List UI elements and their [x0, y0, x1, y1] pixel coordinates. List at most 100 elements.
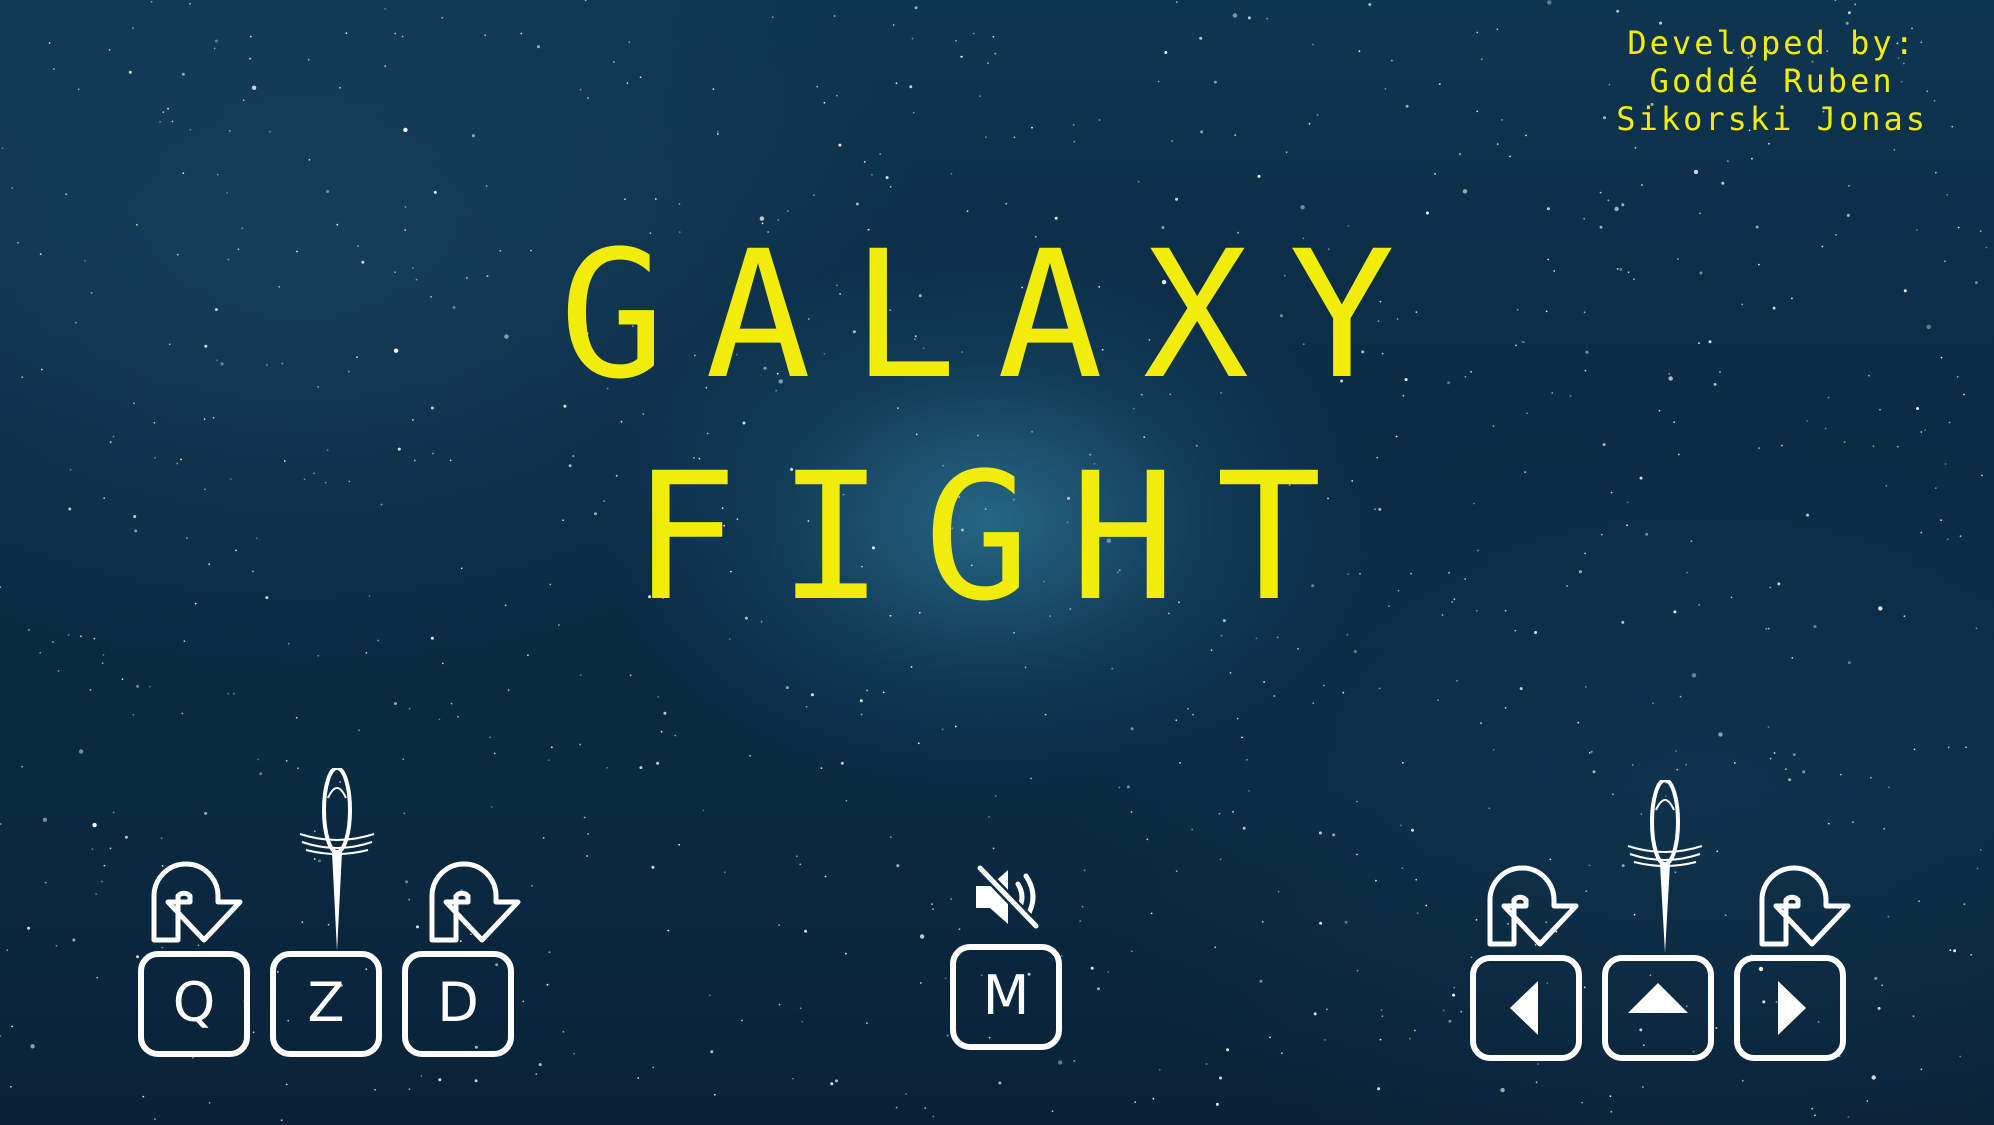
- star: [1358, 50, 1361, 53]
- mute-key-m[interactable]: M: [950, 944, 1062, 1050]
- star: [895, 1106, 898, 1109]
- star: [252, 1031, 255, 1034]
- star: [1847, 11, 1851, 15]
- star: [493, 752, 496, 755]
- star: [308, 158, 311, 161]
- star: [1434, 173, 1436, 175]
- star: [1918, 900, 1920, 902]
- star: [1827, 822, 1830, 825]
- star: [1846, 213, 1850, 217]
- star: [1277, 890, 1280, 893]
- star: [102, 654, 105, 656]
- star: [401, 35, 404, 38]
- star: [1612, 793, 1614, 796]
- star: [966, 210, 969, 213]
- star: [1514, 629, 1517, 632]
- star: [136, 684, 140, 688]
- star: [1342, 691, 1345, 694]
- star: [1843, 441, 1846, 443]
- star: [1326, 1008, 1328, 1011]
- star: [1583, 217, 1586, 220]
- star: [1187, 707, 1189, 710]
- star: [132, 713, 135, 716]
- star: [11, 187, 14, 189]
- star: [72, 938, 76, 942]
- star: [1496, 143, 1499, 146]
- star: [1535, 1081, 1538, 1084]
- star: [1448, 1019, 1452, 1023]
- star: [833, 15, 836, 17]
- star: [404, 206, 407, 208]
- star: [1241, 736, 1243, 739]
- star: [985, 136, 987, 139]
- star: [249, 57, 252, 60]
- star: [1758, 447, 1760, 449]
- star: [1883, 827, 1886, 830]
- star: [142, 1095, 145, 1098]
- speaker-muted-icon: [975, 863, 1041, 931]
- star: [233, 692, 235, 695]
- star: [889, 836, 892, 839]
- star: [960, 55, 963, 58]
- star: [1234, 134, 1237, 137]
- star: [1005, 202, 1008, 205]
- star: [1877, 1006, 1881, 1010]
- right-triangle-icon: [1778, 981, 1806, 1035]
- key-z: Z: [270, 951, 382, 1057]
- star: [1375, 879, 1377, 882]
- star: [987, 62, 989, 64]
- star: [1171, 140, 1174, 142]
- star: [1200, 130, 1204, 134]
- key-q: Q: [138, 951, 250, 1057]
- star: [896, 864, 900, 868]
- star: [6, 949, 9, 952]
- star: [307, 58, 310, 61]
- star: [1210, 649, 1213, 652]
- star: [1044, 713, 1047, 716]
- star: [805, 705, 808, 708]
- star: [1480, 58, 1483, 61]
- star: [579, 88, 582, 91]
- star: [1226, 1048, 1230, 1052]
- star: [10, 1085, 12, 1088]
- star: [1881, 984, 1884, 987]
- star: [1130, 727, 1134, 731]
- star: [1316, 114, 1319, 116]
- star: [1534, 631, 1538, 634]
- star: [112, 811, 115, 814]
- star: [1219, 1076, 1222, 1080]
- star: [1313, 1012, 1317, 1016]
- star: [637, 1077, 640, 1079]
- star: [522, 1000, 525, 1003]
- star: [77, 88, 80, 91]
- star: [820, 767, 823, 770]
- star: [1504, 707, 1507, 709]
- star: [1470, 956, 1473, 959]
- star: [914, 6, 918, 10]
- star: [579, 743, 582, 746]
- star: [667, 929, 670, 932]
- star: [1219, 858, 1222, 861]
- star: [1767, 627, 1770, 630]
- star: [1976, 867, 1979, 870]
- star: [1525, 134, 1527, 137]
- star: [1384, 88, 1387, 90]
- star: [573, 1052, 575, 1055]
- star: [713, 1093, 716, 1096]
- star: [358, 729, 360, 732]
- star: [946, 1034, 949, 1037]
- rotate-left-arrow-icon: [151, 861, 243, 943]
- star: [27, 926, 31, 930]
- star: [863, 161, 866, 163]
- star: [1599, 191, 1602, 194]
- star: [1297, 648, 1299, 650]
- star: [785, 686, 789, 690]
- star: [438, 1078, 442, 1082]
- star: [1164, 51, 1168, 54]
- star: [384, 65, 387, 68]
- star: [1791, 657, 1794, 659]
- star: [1356, 969, 1359, 972]
- star: [149, 685, 151, 688]
- star: [866, 689, 868, 692]
- star: [1769, 757, 1772, 760]
